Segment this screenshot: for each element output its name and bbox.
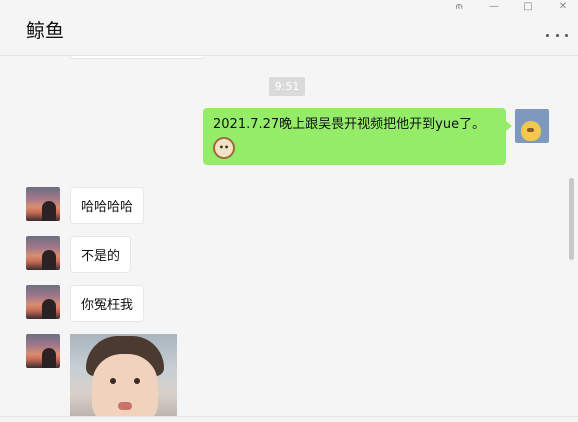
photo-eye: [134, 378, 140, 384]
incoming-message-text: 你冤枉我: [81, 298, 134, 313]
incoming-message-text: 不是的: [81, 249, 121, 264]
incoming-message[interactable]: 哈哈哈哈: [70, 187, 145, 224]
title-bar: 鲸鱼 ⫙ — □ ✕: [0, 0, 578, 56]
more-dots-icon[interactable]: [546, 28, 568, 42]
photo-mouth: [118, 402, 132, 410]
chat-title: 鲸鱼: [26, 20, 65, 42]
contact-avatar[interactable]: [26, 236, 60, 270]
message-list[interactable]: 9:51 2021.7.27晚上跟吴畏开视频把他开到yue了。 •• 哈哈哈哈 …: [0, 56, 578, 416]
outgoing-message-text: 2021.7.27晚上跟吴畏开视频把他开到yue了。: [213, 117, 486, 132]
image-message[interactable]: [70, 334, 177, 416]
photo-eye: [110, 378, 116, 384]
incoming-message[interactable]: 不是的: [70, 236, 132, 273]
maximize-icon[interactable]: □: [515, 0, 541, 14]
incoming-message-text: 哈哈哈哈: [81, 200, 134, 215]
pin-icon[interactable]: ⫙: [446, 0, 472, 14]
outgoing-message[interactable]: 2021.7.27晚上跟吴畏开视频把他开到yue了。 ••: [203, 108, 512, 165]
close-icon[interactable]: ✕: [550, 0, 576, 14]
contact-avatar[interactable]: [26, 334, 60, 368]
previous-message-edge: [70, 56, 204, 59]
message-scrollbar[interactable]: [569, 178, 574, 260]
contact-avatar[interactable]: [26, 285, 60, 319]
dog-emoji-icon: ••: [213, 137, 235, 159]
minimize-icon[interactable]: —: [481, 0, 507, 14]
timestamp-badge: 9:51: [269, 77, 305, 96]
my-avatar[interactable]: [515, 109, 549, 143]
input-area-divider: [0, 416, 578, 422]
incoming-message[interactable]: 你冤枉我: [70, 285, 145, 322]
contact-avatar[interactable]: [26, 187, 60, 221]
